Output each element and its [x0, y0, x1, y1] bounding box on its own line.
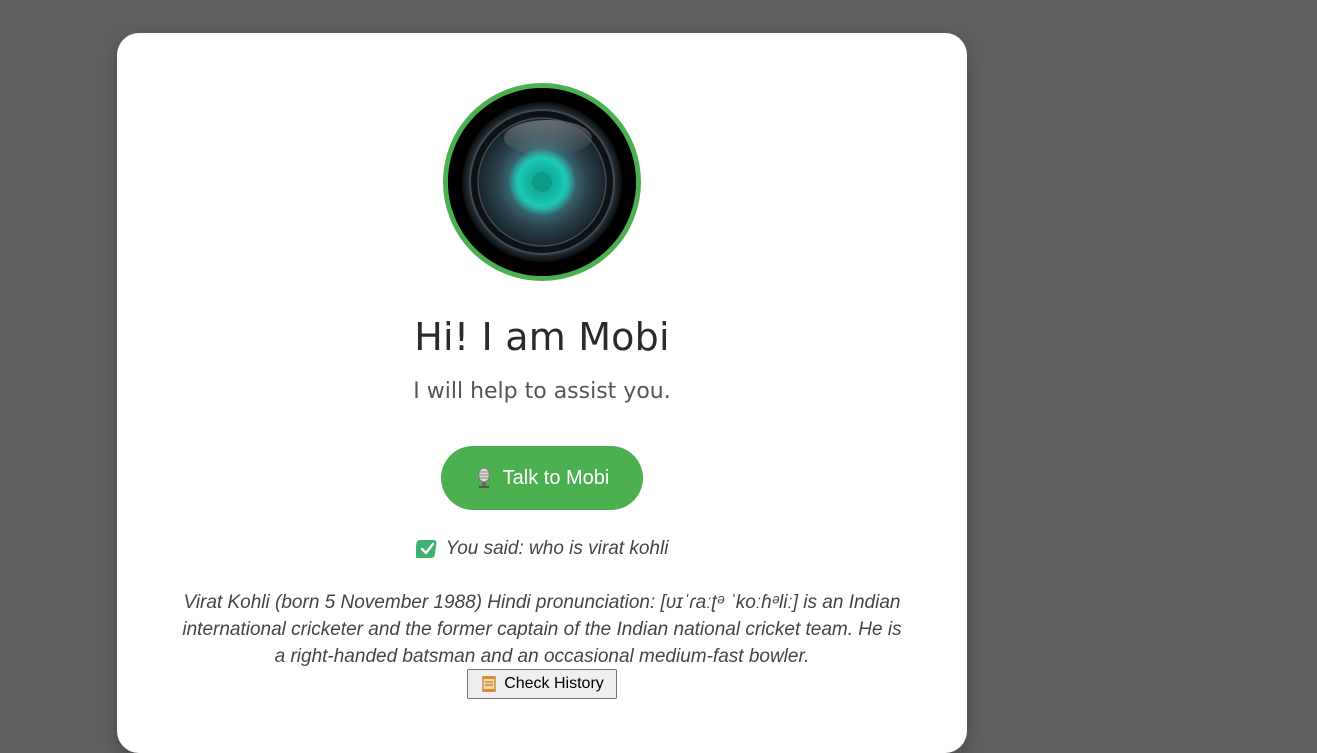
microphone-icon: [475, 467, 493, 489]
history-button-label: Check History: [504, 675, 604, 692]
talk-to-mobi-button[interactable]: Talk to Mobi: [441, 446, 643, 510]
page-title: Hi! I am Mobi: [414, 315, 670, 359]
answer-text: Virat Kohli (born 5 November 1988) Hindi…: [182, 592, 902, 667]
page-subtitle: I will help to assist you.: [413, 379, 671, 404]
scroll-icon: [480, 675, 498, 693]
talk-button-label: Talk to Mobi: [502, 466, 610, 489]
transcript-text: You said: who is virat kohli: [445, 538, 669, 559]
transcript-line: You said: who is virat kohli: [0, 538, 1084, 560]
check-mark-button-icon: [414, 539, 438, 559]
check-history-button[interactable]: Check History: [467, 669, 617, 699]
camera-lens-orb-icon: [443, 83, 641, 281]
